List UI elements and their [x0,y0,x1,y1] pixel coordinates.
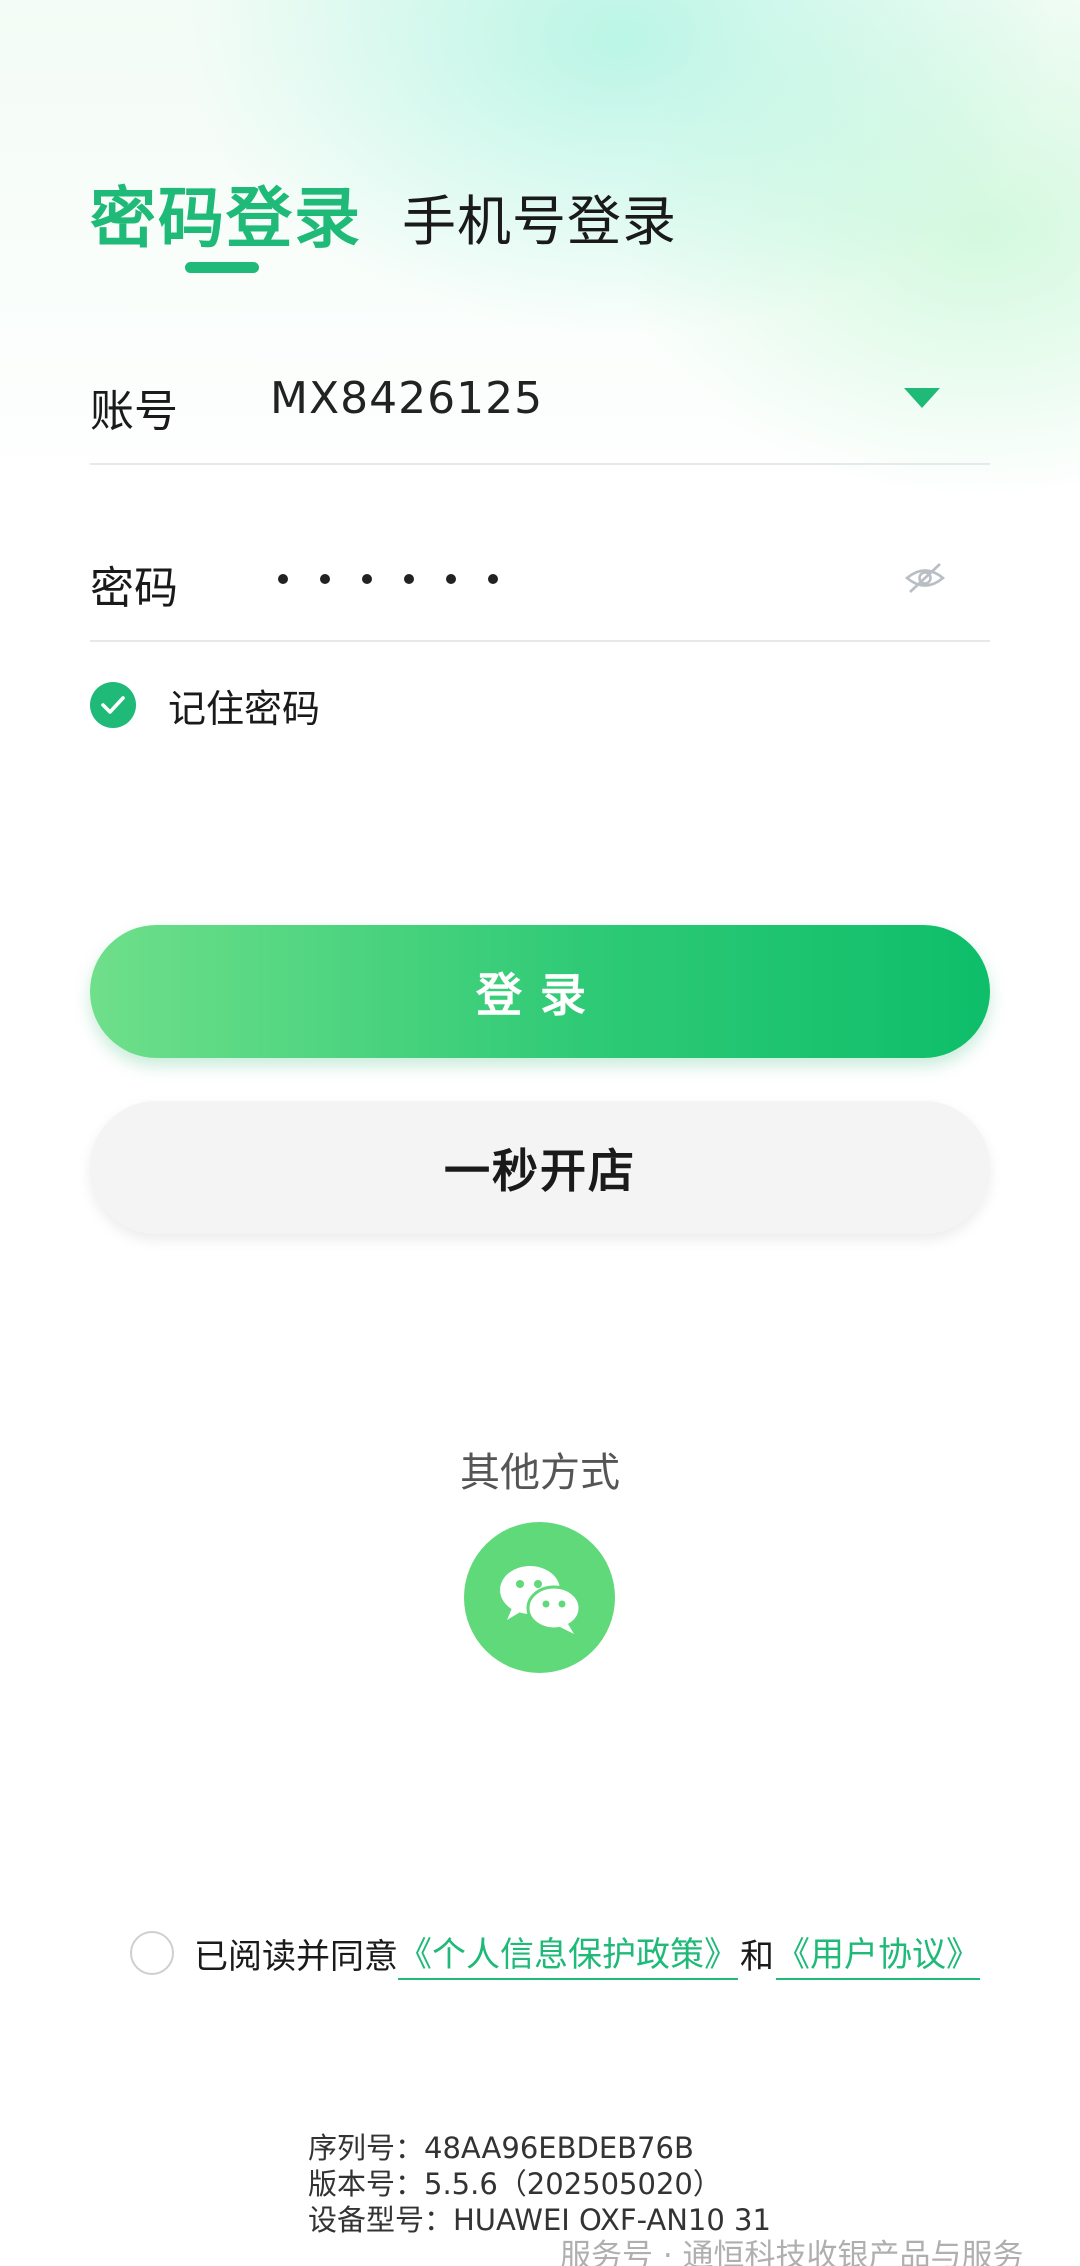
agreement-prefix: 已阅读并同意 [194,1936,398,1977]
tab-password-login[interactable]: 密码登录 [90,165,362,261]
device-info: 序列号：48AA96EBDEB76B 版本号：5.5.6（202505020） … [308,2130,771,2238]
login-button[interactable]: 登录 [90,925,990,1058]
agreement-checkbox[interactable] [130,1931,174,1975]
checkmark-icon[interactable] [90,682,136,728]
wechat-login-button[interactable] [464,1522,615,1673]
account-field[interactable]: 账号 MX8426125 [90,345,990,465]
user-agreement-link[interactable]: 《用户协议》 [776,1927,980,1980]
tab-active-indicator [185,262,259,273]
caret-down-icon[interactable] [904,388,940,408]
serial-number: 序列号：48AA96EBDEB76B [308,2131,694,2165]
account-input[interactable]: MX8426125 [270,373,543,424]
agreement-and: 和 [740,1936,774,1977]
remember-password[interactable]: 记住密码 [90,680,321,731]
privacy-policy-link[interactable]: 《个人信息保护政策》 [398,1927,738,1980]
tab-phone-login[interactable]: 手机号登录 [402,177,677,256]
remember-password-label: 记住密码 [168,686,321,731]
other-methods-label: 其他方式 [460,1450,620,1496]
agreement-row: 已阅读并同意 《个人信息保护政策》 和 《用户协议》 [130,1927,980,1980]
open-store-button[interactable]: 一秒开店 [90,1101,990,1234]
password-label: 密码 [90,563,178,614]
watermark: 服务号 · 通恒科技收银产品与服务 [560,2238,1024,2266]
eye-off-icon[interactable] [904,560,946,596]
wechat-icon [499,1565,581,1634]
version-number: 版本号：5.5.6（202505020） [308,2167,722,2201]
password-input[interactable] [278,574,498,584]
login-page: 密码登录 手机号登录 账号 MX8426125 密码 记住密码 登录 一秒开店 … [0,0,1080,2266]
account-label: 账号 [90,386,178,437]
login-tabs: 密码登录 手机号登录 [90,165,990,275]
password-field[interactable]: 密码 [90,522,990,642]
